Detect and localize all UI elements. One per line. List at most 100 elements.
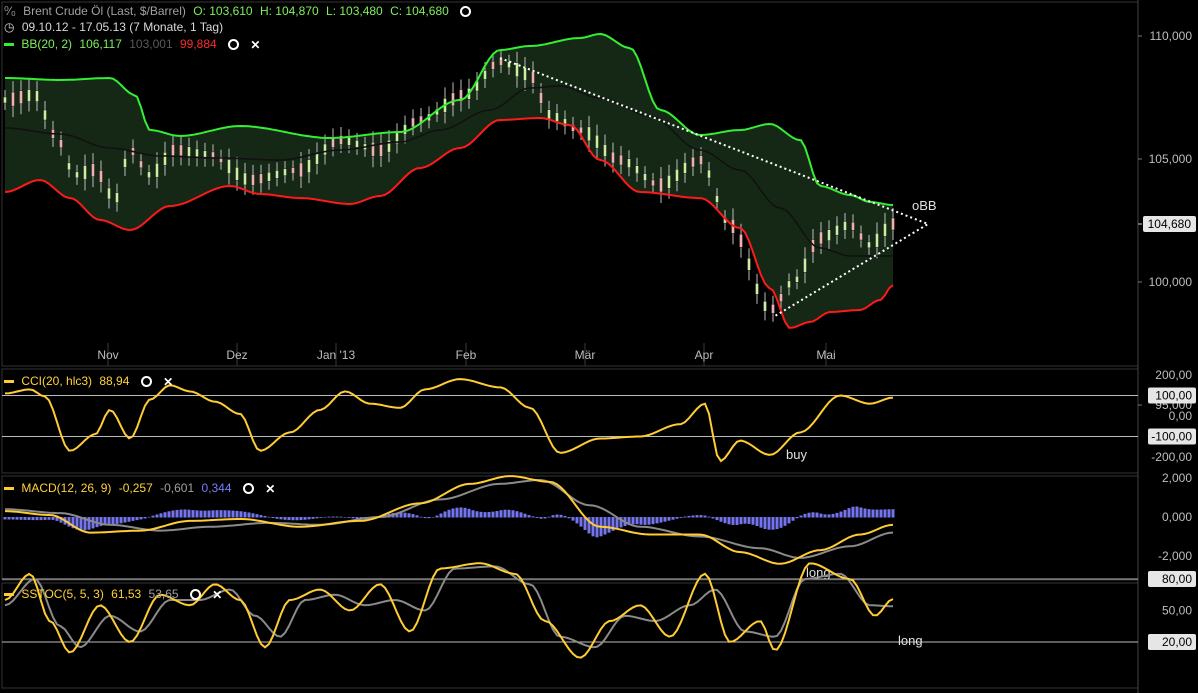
macd-histogram-bar: [151, 515, 155, 518]
candle-body: [379, 143, 383, 157]
macd-histogram-bar: [547, 516, 551, 518]
macd-histogram-bar: [567, 517, 571, 519]
macd-histogram-bar: [39, 517, 43, 521]
candle-body: [267, 172, 271, 182]
macd-histogram-bar: [495, 511, 499, 518]
macd-histogram-bar: [195, 510, 199, 518]
candle-body: [275, 170, 279, 179]
macd-histogram-bar: [351, 517, 355, 519]
settings-icon[interactable]: [460, 6, 472, 18]
macd-histogram-bar: [835, 512, 839, 518]
macd-histogram-bar: [843, 509, 847, 518]
candle-body: [667, 175, 671, 189]
macd-histogram-bar: [451, 508, 455, 518]
candle-body: [891, 217, 895, 231]
macd-histogram-bar: [447, 509, 451, 518]
macd-value-2: -0,601: [160, 481, 195, 495]
macd-histogram-bar: [731, 517, 735, 525]
candle-body: [259, 173, 263, 185]
macd-histogram-bar: [851, 506, 855, 518]
stoch-value-1: 61,53: [111, 587, 142, 601]
macd-histogram-bar: [307, 517, 311, 520]
macd-histogram-bar: [555, 514, 559, 518]
macd-histogram-bar: [263, 515, 267, 518]
macd-histogram-bar: [523, 513, 527, 518]
macd-histogram-bar: [695, 515, 699, 518]
macd-histogram-bar: [411, 514, 415, 518]
macd-histogram-bar: [511, 510, 515, 518]
macd-histogram-bar: [255, 514, 259, 518]
macd-histogram-bar: [803, 513, 807, 518]
candle-body: [843, 221, 847, 231]
macd-histogram-bar: [675, 517, 679, 519]
macd-histogram-bar: [435, 515, 439, 518]
candle-body: [867, 241, 871, 249]
high-value: H: 104,870: [259, 4, 319, 18]
candle-body: [747, 258, 751, 271]
macd-histogram-bar: [727, 517, 731, 525]
macd-settings-icon[interactable]: [242, 483, 254, 495]
macd-histogram-bar: [679, 517, 683, 518]
macd-histogram-bar: [235, 510, 239, 518]
macd-histogram-bar: [707, 516, 711, 518]
candle-body: [235, 167, 239, 181]
macd-histogram-bar: [539, 517, 543, 519]
level-box-label: 100,00: [1155, 389, 1192, 403]
candle-body: [347, 137, 351, 146]
macd-histogram-bar: [719, 517, 723, 522]
macd-histogram-bar: [815, 512, 819, 518]
candle-body: [19, 90, 23, 105]
cci-close-icon[interactable]: ✕: [163, 375, 173, 389]
stoch-legend: SSTOC(5, 5, 3) 61,53 53,65 ✕: [4, 587, 226, 602]
candle-body: [715, 195, 719, 203]
cci-settings-icon[interactable]: [140, 376, 152, 388]
macd-histogram-bar: [183, 509, 187, 518]
macd-histogram-bar: [155, 514, 159, 518]
macd-histogram-bar: [107, 517, 111, 525]
macd-histogram-bar: [159, 513, 163, 518]
stoch-close-icon[interactable]: ✕: [212, 588, 222, 602]
candle-body: [875, 233, 879, 248]
date-range: 09.10.12 - 17.05.13 (7 Monate, 1 Tag): [21, 20, 224, 34]
candle-body: [555, 112, 559, 122]
macd-histogram-bar: [443, 511, 447, 518]
macd-histogram-bar: [191, 510, 195, 518]
macd-histogram-bar: [503, 509, 507, 518]
macd-histogram-bar: [135, 517, 139, 521]
macd-histogram-bar: [275, 517, 279, 519]
macd-histogram-bar: [807, 512, 811, 518]
candle-body: [587, 126, 591, 142]
macd-histogram-bar: [755, 517, 759, 527]
candle-body: [75, 171, 79, 179]
macd-histogram-bar: [779, 517, 783, 528]
candle-body: [635, 165, 639, 174]
bb-close-icon[interactable]: ✕: [250, 38, 260, 52]
macd-histogram-bar: [51, 517, 55, 520]
macd-close-icon[interactable]: ✕: [265, 482, 275, 496]
macd-histogram-bar: [647, 517, 651, 525]
candle-body: [139, 160, 143, 169]
macd-tick-label: -2,000: [1158, 549, 1192, 563]
macd-histogram-bar: [491, 511, 495, 518]
candle-body: [771, 304, 775, 314]
macd-histogram-bar: [223, 510, 227, 518]
macd-histogram-bar: [15, 517, 19, 520]
candle-body: [123, 158, 127, 168]
cci-legend: CCI(20, hlc3) 88,94 ✕: [4, 374, 177, 389]
macd-histogram-bar: [23, 517, 27, 520]
macd-histogram-bar: [743, 517, 747, 524]
macd-histogram-bar: [19, 517, 23, 520]
macd-histogram-bar: [747, 517, 751, 524]
macd-histogram-bar: [687, 515, 691, 518]
macd-histogram-bar: [763, 517, 767, 529]
macd-histogram-bar: [171, 510, 175, 518]
month-label: Mär: [575, 348, 596, 362]
candle-body: [43, 109, 47, 121]
macd-histogram-bar: [11, 517, 15, 520]
bb-settings-icon[interactable]: [228, 39, 240, 51]
macd-histogram-bar: [883, 509, 887, 518]
candle-body: [107, 187, 111, 200]
macd-histogram-bar: [711, 517, 715, 519]
macd-histogram-bar: [891, 509, 895, 518]
stoch-settings-icon[interactable]: [189, 589, 201, 601]
